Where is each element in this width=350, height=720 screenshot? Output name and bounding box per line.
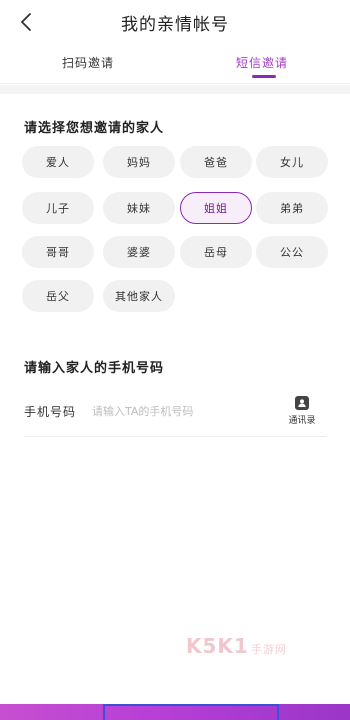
family-chip[interactable]: 妈妈 <box>103 146 175 178</box>
tab-sms-invite[interactable]: 短信邀请 <box>236 54 288 71</box>
family-chip[interactable]: 弟弟 <box>256 192 328 224</box>
family-chip[interactable]: 爱人 <box>22 146 94 178</box>
contacts-button[interactable]: 通讯录 <box>282 396 322 426</box>
tab-bar: 扫码邀请 短信邀请 <box>0 44 350 84</box>
bottom-highlight-frame <box>103 704 279 720</box>
page-title: 我的亲情帐号 <box>121 15 229 35</box>
phone-row: 手机号码 通讯录 <box>24 393 326 437</box>
family-chip[interactable]: 爸爸 <box>180 146 252 178</box>
watermark-logo: K5K1 手游网 <box>186 634 287 658</box>
contacts-icon <box>295 396 309 410</box>
tab-scan-invite[interactable]: 扫码邀请 <box>62 54 114 71</box>
family-chip[interactable]: 岳父 <box>22 280 94 312</box>
contacts-label: 通讯录 <box>288 416 316 426</box>
watermark-suffix: 手游网 <box>250 643 287 656</box>
family-chip[interactable]: 妹妹 <box>103 192 175 224</box>
phone-input[interactable] <box>92 399 277 423</box>
family-chip[interactable]: 公公 <box>256 236 328 268</box>
family-chip[interactable]: 儿子 <box>22 192 94 224</box>
watermark-brand: K5K1 <box>186 634 249 658</box>
phone-label: 手机号码 <box>24 405 77 419</box>
phone-section-title: 请输入家人的手机号码 <box>24 361 165 376</box>
family-chip[interactable]: 婆婆 <box>103 236 175 268</box>
family-chip[interactable]: 岳母 <box>180 236 252 268</box>
family-chip[interactable]: 其他家人 <box>103 280 175 312</box>
family-chip-selected[interactable]: 姐姐 <box>180 192 252 224</box>
family-chip[interactable]: 女儿 <box>256 146 328 178</box>
active-tab-indicator <box>252 75 276 78</box>
section-divider <box>0 85 350 94</box>
family-section-title: 请选择您想邀请的家人 <box>24 121 165 136</box>
family-chip[interactable]: 哥哥 <box>22 236 94 268</box>
header: 我的亲情帐号 <box>0 0 350 44</box>
